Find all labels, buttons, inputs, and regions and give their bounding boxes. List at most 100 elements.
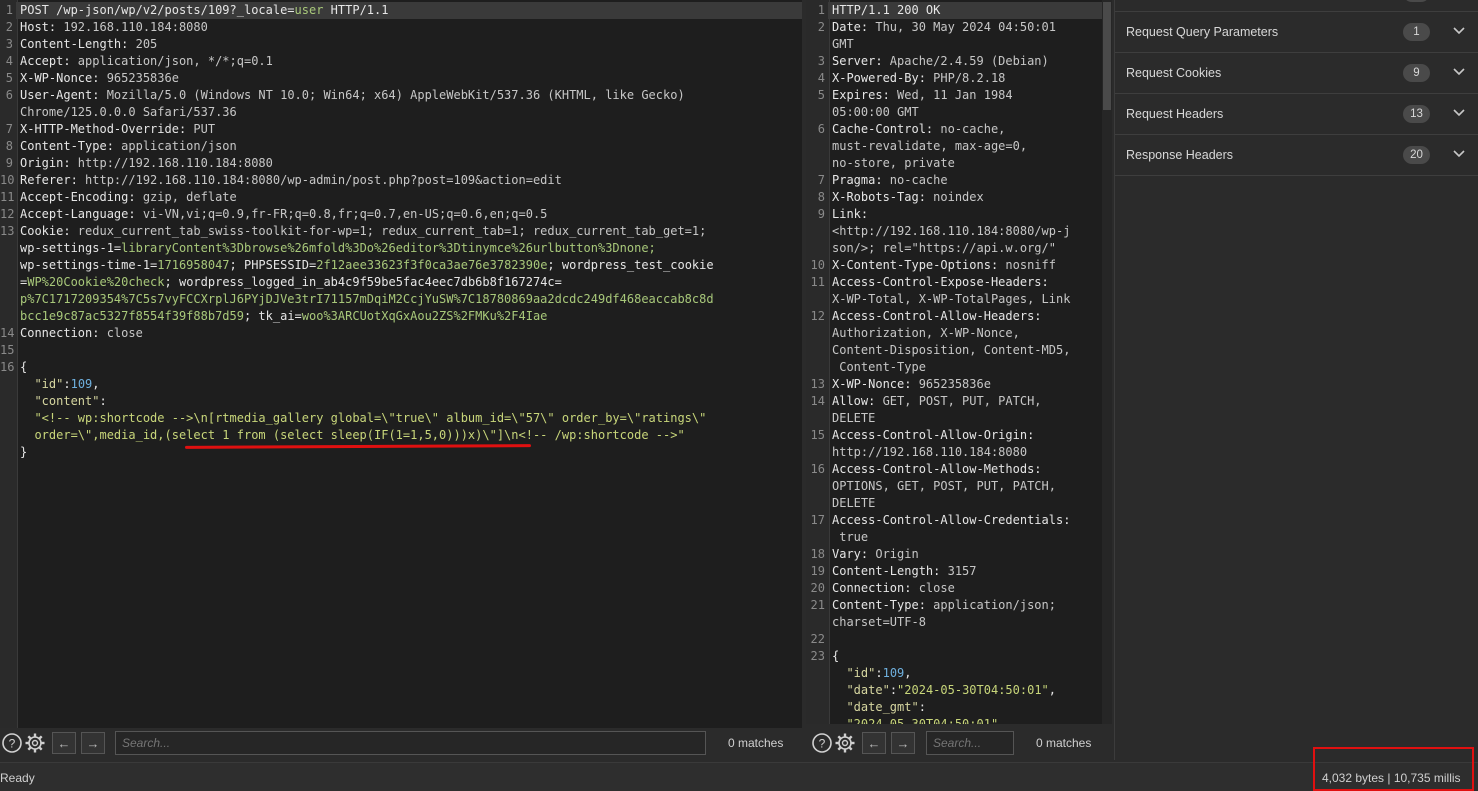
next-match-button[interactable]: →	[81, 732, 105, 754]
request-line[interactable]: "content":	[0, 393, 802, 410]
response-editor[interactable]: 1 HTTP/1.1 200 OK 2 Date: Thu, 30 May 2024 …	[806, 0, 1112, 724]
request-line[interactable]: 4 Accept: application/json, */*;q=0.1	[0, 53, 802, 70]
response-line[interactable]: 9 Link:	[806, 206, 1112, 223]
response-line[interactable]: 22	[806, 631, 1112, 648]
inspector-row-cookies[interactable]: Request Cookies 9	[1115, 53, 1478, 94]
request-line[interactable]: 3 Content-Length: 205	[0, 36, 802, 53]
response-line[interactable]: 1 HTTP/1.1 200 OK	[806, 2, 1112, 19]
chevron-down-icon[interactable]	[1452, 65, 1466, 79]
response-line[interactable]: Content-Type	[806, 359, 1112, 376]
request-line[interactable]: 12 Accept-Language: vi-VN,vi;q=0.9,fr-FR;…	[0, 206, 802, 223]
token: 192.168.110.184:8080	[63, 20, 208, 34]
response-line[interactable]: no-store, private	[806, 155, 1112, 172]
response-search-input[interactable]	[926, 731, 1014, 755]
response-line[interactable]: Content-Disposition, Content-MD5,	[806, 342, 1112, 359]
request-line[interactable]: bcc1e9c87ac5327f8554f39f88b7d59; tk_ai=w…	[0, 308, 802, 325]
response-line[interactable]: 5 Expires: Wed, 11 Jan 1984	[806, 87, 1112, 104]
response-line[interactable]: 13 X-WP-Nonce: 965235836e	[806, 376, 1112, 393]
response-line[interactable]: "date_gmt":	[806, 699, 1112, 716]
response-line[interactable]: 14 Allow: GET, POST, PUT, PATCH,	[806, 393, 1112, 410]
response-line[interactable]: DELETE	[806, 495, 1112, 512]
request-line[interactable]: 9 Origin: http://192.168.110.184:8080	[0, 155, 802, 172]
response-line[interactable]: 4 X-Powered-By: PHP/8.2.18	[806, 70, 1112, 87]
request-line[interactable]: wp-settings-1=libraryContent%3Dbrowse%26…	[0, 240, 802, 257]
chevron-down-icon[interactable]	[1452, 106, 1466, 120]
previous-match-button[interactable]: ←	[862, 732, 886, 754]
response-line[interactable]: 15 Access-Control-Allow-Origin:	[806, 427, 1112, 444]
response-line[interactable]: 16 Access-Control-Allow-Methods:	[806, 461, 1112, 478]
next-match-button[interactable]: →	[891, 732, 915, 754]
inspector-row-request-headers[interactable]: Request Headers 13	[1115, 94, 1478, 135]
request-line[interactable]: 11 Accept-Encoding: gzip, deflate	[0, 189, 802, 206]
inspector-panel: Request Query Parameters 1 Request Cooki…	[1114, 0, 1478, 760]
request-search-input[interactable]	[115, 731, 706, 755]
request-line[interactable]: "<!-- wp:shortcode -->\n[rtmedia_gallery…	[0, 410, 802, 427]
request-line[interactable]: wp-settings-time-1=1716958047; PHPSESSID…	[0, 257, 802, 274]
response-line[interactable]: 19 Content-Length: 3157	[806, 563, 1112, 580]
request-line[interactable]: order=\",media_id,(select 1 from (select…	[0, 427, 802, 444]
request-line[interactable]: 5 X-WP-Nonce: 965235836e	[0, 70, 802, 87]
request-text[interactable]: 1 POST /wp-json/wp/v2/posts/109?_locale=u…	[0, 2, 802, 728]
request-line[interactable]: "id":109,	[0, 376, 802, 393]
response-line[interactable]: 7 Pragma: no-cache	[806, 172, 1112, 189]
request-line[interactable]: 16 {	[0, 359, 802, 376]
previous-match-button[interactable]: ←	[52, 732, 76, 754]
response-line[interactable]: 18 Vary: Origin	[806, 546, 1112, 563]
response-line[interactable]: 2 Date: Thu, 30 May 2024 04:50:01	[806, 19, 1112, 36]
chevron-down-icon[interactable]	[1452, 147, 1466, 161]
response-line[interactable]: X-WP-Total, X-WP-TotalPages, Link	[806, 291, 1112, 308]
settings-gear-icon[interactable]	[834, 732, 856, 754]
response-line[interactable]: OPTIONS, GET, POST, PUT, PATCH,	[806, 478, 1112, 495]
response-line[interactable]: 3 Server: Apache/2.4.59 (Debian)	[806, 53, 1112, 70]
help-icon[interactable]: ?	[1, 732, 23, 754]
token: "2024-05-30T04:50:01"	[897, 683, 1049, 697]
inspector-row-query-params[interactable]: Request Query Parameters 1	[1115, 12, 1478, 53]
token: application/json, */*;q=0.1	[77, 54, 273, 68]
line-text: POST /wp-json/wp/v2/posts/109?_locale=us…	[16, 2, 802, 19]
response-line[interactable]: DELETE	[806, 410, 1112, 427]
inspector-row-response-headers[interactable]: Response Headers 20	[1115, 135, 1478, 176]
response-line[interactable]: <http://192.168.110.184:8080/wp-j	[806, 223, 1112, 240]
settings-gear-icon[interactable]	[24, 732, 46, 754]
request-line[interactable]: 2 Host: 192.168.110.184:8080	[0, 19, 802, 36]
request-line[interactable]: =WP%20Cookie%20check; wordpress_logged_i…	[0, 274, 802, 291]
response-line[interactable]: 17 Access-Control-Allow-Credentials:	[806, 512, 1112, 529]
response-text[interactable]: 1 HTTP/1.1 200 OK 2 Date: Thu, 30 May 2024 …	[806, 2, 1112, 724]
response-line[interactable]: 10 X-Content-Type-Options: nosniff	[806, 257, 1112, 274]
request-line[interactable]: 10 Referer: http://192.168.110.184:8080/w…	[0, 172, 802, 189]
token: :	[889, 683, 898, 697]
response-line[interactable]: 11 Access-Control-Expose-Headers:	[806, 274, 1112, 291]
request-line[interactable]: 14 Connection: close	[0, 325, 802, 342]
request-line[interactable]: 7 X-HTTP-Method-Override: PUT	[0, 121, 802, 138]
request-line[interactable]: 1 POST /wp-json/wp/v2/posts/109?_locale=u…	[0, 2, 802, 19]
response-line[interactable]: "id":109,	[806, 665, 1112, 682]
response-line[interactable]: 23 {	[806, 648, 1112, 665]
response-line[interactable]: "date":"2024-05-30T04:50:01",	[806, 682, 1112, 699]
response-line[interactable]: true	[806, 529, 1112, 546]
request-line[interactable]: p%7C1717209354%7C5s7vyFCCXrplJ6PYjDJVe3t…	[0, 291, 802, 308]
response-line[interactable]: 6 Cache-Control: no-cache,	[806, 121, 1112, 138]
request-line[interactable]: 13 Cookie: redux_current_tab_swiss-toolki…	[0, 223, 802, 240]
request-line[interactable]: 8 Content-Type: application/json	[0, 138, 802, 155]
request-editor[interactable]: 1 POST /wp-json/wp/v2/posts/109?_locale=u…	[0, 0, 802, 728]
chevron-down-icon[interactable]	[1452, 24, 1466, 38]
response-line[interactable]: GMT	[806, 36, 1112, 53]
request-line[interactable]: 6 User-Agent: Mozilla/5.0 (Windows NT 10.…	[0, 87, 802, 104]
response-line[interactable]: 8 X-Robots-Tag: noindex	[806, 189, 1112, 206]
response-line[interactable]: 12 Access-Control-Allow-Headers:	[806, 308, 1112, 325]
response-line[interactable]: son/>; rel="https://api.w.org/"	[806, 240, 1112, 257]
request-line[interactable]: Chrome/125.0.0.0 Safari/537.36	[0, 104, 802, 121]
help-icon[interactable]: ?	[811, 732, 833, 754]
response-scrollbar[interactable]	[1102, 0, 1112, 724]
line-number: 17	[810, 513, 825, 527]
response-line[interactable]: http://192.168.110.184:8080	[806, 444, 1112, 461]
response-line[interactable]: must-revalidate, max-age=0,	[806, 138, 1112, 155]
request-line[interactable]: 15	[0, 342, 802, 359]
response-line[interactable]: 21 Content-Type: application/json;	[806, 597, 1112, 614]
response-line[interactable]: charset=UTF-8	[806, 614, 1112, 631]
response-line[interactable]: 05:00:00 GMT	[806, 104, 1112, 121]
response-scrollbar-thumb[interactable]	[1103, 2, 1111, 110]
response-line[interactable]: Authorization, X-WP-Nonce,	[806, 325, 1112, 342]
response-line[interactable]: "2024-05-30T04:50:01"	[806, 716, 1112, 724]
response-line[interactable]: 20 Connection: close	[806, 580, 1112, 597]
